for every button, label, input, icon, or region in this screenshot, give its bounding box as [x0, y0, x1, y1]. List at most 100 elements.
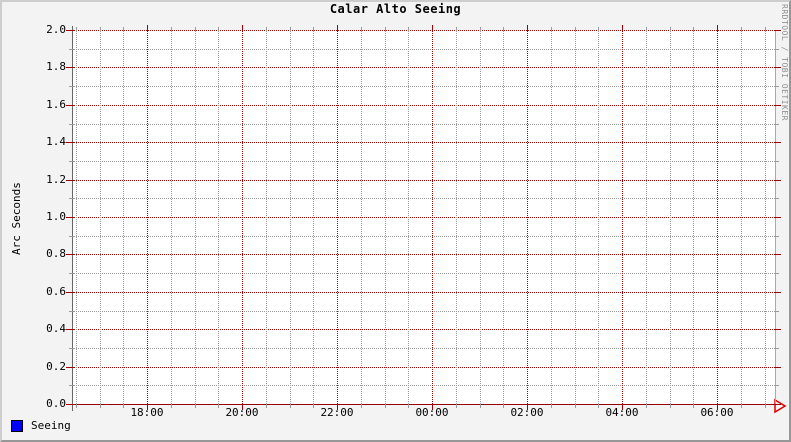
gridline-minor-v: [456, 30, 457, 404]
y-major-tick-right: [775, 329, 781, 330]
x-minor-tick-top: [76, 27, 77, 30]
gridline-minor-v: [503, 30, 504, 404]
x-minor-tick-bottom: [503, 404, 504, 408]
x-minor-tick-top: [670, 27, 671, 30]
x-minor-tick-bottom: [76, 404, 77, 408]
y-tick-label: 1.8: [46, 60, 66, 73]
y-major-tick-left: [66, 292, 73, 293]
gridline-minor-v: [693, 30, 694, 404]
gridline-major-v: [147, 30, 148, 404]
y-tick-label: 1.6: [46, 98, 66, 111]
y-major-tick-left: [66, 105, 73, 106]
y-minor-tick-left: [69, 49, 73, 50]
y-major-tick-right: [775, 67, 781, 68]
x-minor-tick-top: [693, 27, 694, 30]
legend: Seeing: [11, 420, 71, 432]
x-minor-tick-top: [266, 27, 267, 30]
x-minor-tick-bottom: [266, 404, 267, 408]
x-tick-label: 18:00: [130, 406, 164, 419]
y-minor-tick-left: [69, 385, 73, 386]
x-minor-tick-bottom: [123, 404, 124, 408]
legend-label: Seeing: [31, 419, 71, 432]
gridline-minor-v: [646, 30, 647, 404]
x-major-tick-top: [432, 25, 433, 30]
x-minor-tick-top: [503, 27, 504, 30]
y-tick-label: 0.0: [46, 397, 66, 410]
y-tick-label: 0.8: [46, 247, 66, 260]
y-axis-line: [72, 26, 73, 411]
y-major-tick-left: [66, 254, 73, 255]
y-minor-tick-right: [775, 236, 779, 237]
y-minor-tick-left: [69, 236, 73, 237]
y-minor-tick-left: [69, 273, 73, 274]
x-minor-tick-top: [290, 27, 291, 30]
x-minor-tick-top: [361, 27, 362, 30]
y-major-tick-left: [66, 217, 73, 218]
x-minor-tick-top: [575, 27, 576, 30]
x-minor-tick-bottom: [670, 404, 671, 408]
x-minor-tick-bottom: [171, 404, 172, 408]
x-minor-tick-bottom: [480, 404, 481, 408]
x-minor-tick-top: [385, 27, 386, 30]
x-axis-arrow-icon: [774, 398, 787, 414]
x-major-tick-top: [527, 25, 528, 30]
gridline-major-v: [337, 30, 338, 404]
y-tick-label: 0.4: [46, 322, 66, 335]
gridline-minor-v: [408, 30, 409, 404]
x-minor-tick-top: [123, 27, 124, 30]
gridline-major-v: [622, 30, 623, 404]
y-minor-tick-left: [69, 198, 73, 199]
x-minor-tick-top: [765, 27, 766, 30]
y-major-tick-right: [775, 254, 781, 255]
x-minor-tick-bottom: [693, 404, 694, 408]
y-minor-tick-right: [775, 124, 779, 125]
x-minor-tick-top: [408, 27, 409, 30]
gridline-major-v: [432, 30, 433, 404]
gridline-minor-v: [670, 30, 671, 404]
x-minor-tick-bottom: [575, 404, 576, 408]
x-minor-tick-bottom: [361, 404, 362, 408]
gridline-minor-v: [290, 30, 291, 404]
x-major-tick-top: [337, 25, 338, 30]
gridline-minor-v: [480, 30, 481, 404]
y-minor-tick-left: [69, 311, 73, 312]
y-major-tick-right: [775, 142, 781, 143]
x-minor-tick-top: [100, 27, 101, 30]
chart-title: Calar Alto Seeing: [329, 2, 462, 16]
y-minor-tick-right: [775, 161, 779, 162]
y-major-tick-left: [66, 329, 73, 330]
gridline-minor-v: [123, 30, 124, 404]
x-minor-tick-top: [741, 27, 742, 30]
gridline-minor-v: [361, 30, 362, 404]
y-major-tick-left: [66, 180, 73, 181]
y-major-tick-left: [66, 30, 73, 31]
x-minor-tick-bottom: [456, 404, 457, 408]
x-minor-tick-top: [171, 27, 172, 30]
y-major-tick-right: [775, 367, 781, 368]
legend-swatch-seeing-icon: [11, 420, 23, 432]
x-minor-tick-bottom: [598, 404, 599, 408]
gridline-minor-v: [551, 30, 552, 404]
x-minor-tick-top: [551, 27, 552, 30]
y-major-tick-left: [66, 367, 73, 368]
y-major-tick-right: [775, 105, 781, 106]
y-minor-tick-left: [69, 348, 73, 349]
y-tick-label: 1.2: [46, 173, 66, 186]
x-minor-tick-top: [480, 27, 481, 30]
y-minor-tick-right: [775, 273, 779, 274]
y-minor-tick-right: [775, 86, 779, 87]
x-minor-tick-bottom: [218, 404, 219, 408]
x-tick-label: 02:00: [510, 406, 544, 419]
x-tick-label: 20:00: [225, 406, 259, 419]
x-tick-label: 04:00: [605, 406, 639, 419]
y-tick-label: 0.6: [46, 285, 66, 298]
gridline-minor-v: [741, 30, 742, 404]
x-major-tick-top: [717, 25, 718, 30]
y-minor-tick-right: [775, 385, 779, 386]
y-minor-tick-left: [69, 86, 73, 87]
y-tick-label: 1.4: [46, 135, 66, 148]
gridline-minor-v: [385, 30, 386, 404]
x-minor-tick-bottom: [765, 404, 766, 408]
y-major-tick-left: [66, 67, 73, 68]
x-major-tick-top: [622, 25, 623, 30]
